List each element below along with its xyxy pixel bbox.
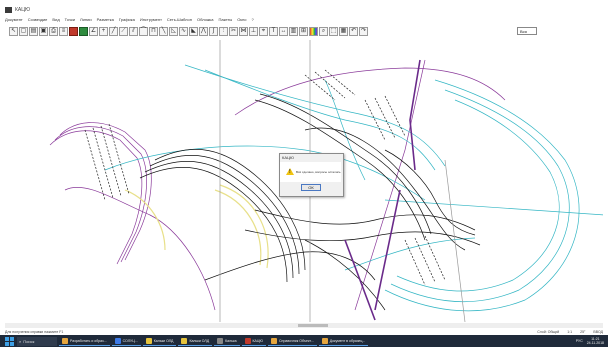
split-icon[interactable]: ⊥	[249, 26, 258, 36]
zigzag-icon[interactable]: ⋀	[199, 26, 208, 36]
zoom-select[interactable]: Вся	[517, 27, 537, 35]
menu-item-packages[interactable]: Пакеты	[219, 17, 233, 22]
status-hint: Для получения справки нажмите F1	[5, 330, 64, 334]
dialog-body: ! Всё сделано, вопросы остались	[280, 162, 341, 182]
menu-item-lines[interactable]: Линии	[80, 17, 92, 22]
taskbar-item[interactable]: СОЛУЦ...	[111, 336, 141, 346]
menu-item-cover[interactable]: Обложка	[197, 17, 214, 22]
title-bar: КАЦЮ	[5, 6, 603, 14]
taskbar-item[interactable]: Справочник Объект...	[268, 336, 317, 346]
grid-icon[interactable]: ⊞	[299, 26, 308, 36]
toolbar: ↖ ▢ ▤ ▣ ⎙ ≡ ∠ + ╱ ⟋ ⫽ ⌒ ⊓ ╲ ◺ ∿ ◣ ⋀ ∫ ⫶ …	[9, 25, 514, 37]
start-button[interactable]	[4, 336, 14, 346]
ok-button[interactable]: ОК	[301, 184, 321, 191]
select-icon[interactable]: ⬚	[329, 26, 338, 36]
taskbar-item[interactable]: Разработать и образ...	[59, 336, 110, 346]
scrollbar-thumb[interactable]	[298, 324, 328, 327]
dialog-title: КАЦЮ	[282, 155, 294, 160]
zoom-icon[interactable]: ⌕	[319, 26, 328, 36]
rect-icon[interactable]: ⊓	[149, 26, 158, 36]
taskbar-item[interactable]: Калька	[214, 336, 240, 346]
save-icon[interactable]: ▣	[39, 26, 48, 36]
menu-item-markup[interactable]: Разметка	[97, 17, 114, 22]
lang-indicator[interactable]: РУС	[576, 339, 583, 343]
yellow-contours	[124, 184, 269, 269]
system-tray: РУС 11:21 24.11.2018	[576, 337, 604, 345]
dialog-message: Всё сделано, вопросы остались	[296, 170, 341, 174]
menu-bar: Документ Созвездие Вид Точки Линии Разме…	[5, 16, 603, 23]
app-icon	[321, 337, 328, 344]
wave-icon[interactable]: ∿	[179, 26, 188, 36]
polyline-icon[interactable]: ⟋	[119, 26, 128, 36]
green-doc-icon[interactable]	[79, 26, 88, 36]
layers-icon[interactable]: ≡	[59, 26, 68, 36]
arrow-icon[interactable]: ↖	[9, 26, 18, 36]
search-text: Поиск	[23, 338, 35, 344]
fill-icon[interactable]: ◣	[189, 26, 198, 36]
offset-icon[interactable]: ⫶	[219, 26, 228, 36]
message-dialog: КАЦЮ ! Всё сделано, вопросы остались ОК	[279, 153, 344, 197]
rainbow-palette-icon[interactable]	[309, 26, 318, 36]
menu-item-points[interactable]: Точки	[65, 17, 75, 22]
app-logo-icon	[5, 7, 12, 13]
window-title: КАЦЮ	[15, 7, 30, 13]
menu-item-graphics[interactable]: Графика	[119, 17, 135, 22]
angle-icon[interactable]: ∠	[89, 26, 98, 36]
new-icon[interactable]: ▢	[19, 26, 28, 36]
dimension-icon[interactable]: ↔	[279, 26, 288, 36]
status-angle: 25°	[580, 330, 586, 334]
trim-icon[interactable]: ✂	[229, 26, 238, 36]
menu-item-document[interactable]: Документ	[5, 17, 23, 22]
cross-icon[interactable]: +	[99, 26, 108, 36]
hatched-contours	[84, 69, 446, 286]
clock[interactable]: 11:21 24.11.2018	[587, 337, 604, 345]
app-icon	[271, 337, 278, 344]
menu-item-tool[interactable]: Инструмент	[140, 17, 162, 22]
snap-icon[interactable]: ⌖	[259, 26, 268, 36]
clock-date: 24.11.2018	[586, 341, 604, 345]
app-icon	[114, 337, 121, 344]
app-icon	[244, 337, 251, 344]
warning-icon: !	[286, 168, 294, 175]
menu-item-window[interactable]: Окно	[237, 17, 246, 22]
menu-item-help[interactable]: ?	[252, 17, 254, 22]
folder-icon	[181, 337, 188, 344]
status-scale: 1:1	[567, 330, 573, 334]
triangle-icon[interactable]: ◺	[169, 26, 178, 36]
print-icon[interactable]: ⎙	[49, 26, 58, 36]
join-icon[interactable]: ⋈	[239, 26, 248, 36]
folder-icon	[145, 337, 152, 344]
menu-item-constellation[interactable]: Созвездие	[28, 17, 48, 22]
flag-icon[interactable]	[69, 26, 78, 36]
line-tool-icon[interactable]: ╱	[109, 26, 118, 36]
double-line-icon[interactable]: ⫽	[129, 26, 138, 36]
search-icon: ⌕	[19, 338, 22, 344]
taskbar-item[interactable]: Кальки ОЛД	[178, 336, 213, 346]
open-icon[interactable]: ▤	[29, 26, 38, 36]
redo-icon[interactable]: ↷	[359, 26, 368, 36]
status-mode: ВВОД	[593, 330, 603, 334]
taskbar-item[interactable]: Документ в образец...	[318, 336, 369, 346]
menu-item-template[interactable]: Сеть-Шаблон	[167, 17, 192, 22]
taskbar-item[interactable]: КАЦЮ	[241, 336, 267, 346]
undo-icon[interactable]: ↶	[349, 26, 358, 36]
status-layer: Слой: Общий	[537, 330, 560, 334]
properties-icon[interactable]: ▦	[339, 26, 348, 36]
text-icon[interactable]: T	[269, 26, 278, 36]
app-icon	[62, 337, 68, 344]
horizontal-scrollbar[interactable]	[5, 323, 603, 328]
measure-icon[interactable]: ╲	[159, 26, 168, 36]
hatch-icon[interactable]: ▥	[289, 26, 298, 36]
taskbar-item[interactable]: Кальки ОЛД	[142, 336, 177, 346]
bezier-icon[interactable]: ∫	[209, 26, 218, 36]
curve-icon[interactable]: ⌒	[139, 26, 148, 36]
app-icon	[217, 337, 224, 344]
menu-item-view[interactable]: Вид	[52, 17, 59, 22]
magenta-contours	[49, 59, 506, 311]
taskbar-search[interactable]: ⌕ Поиск	[17, 336, 57, 346]
taskbar: ⌕ Поиск Разработать и образ... СОЛУЦ... …	[0, 335, 608, 347]
